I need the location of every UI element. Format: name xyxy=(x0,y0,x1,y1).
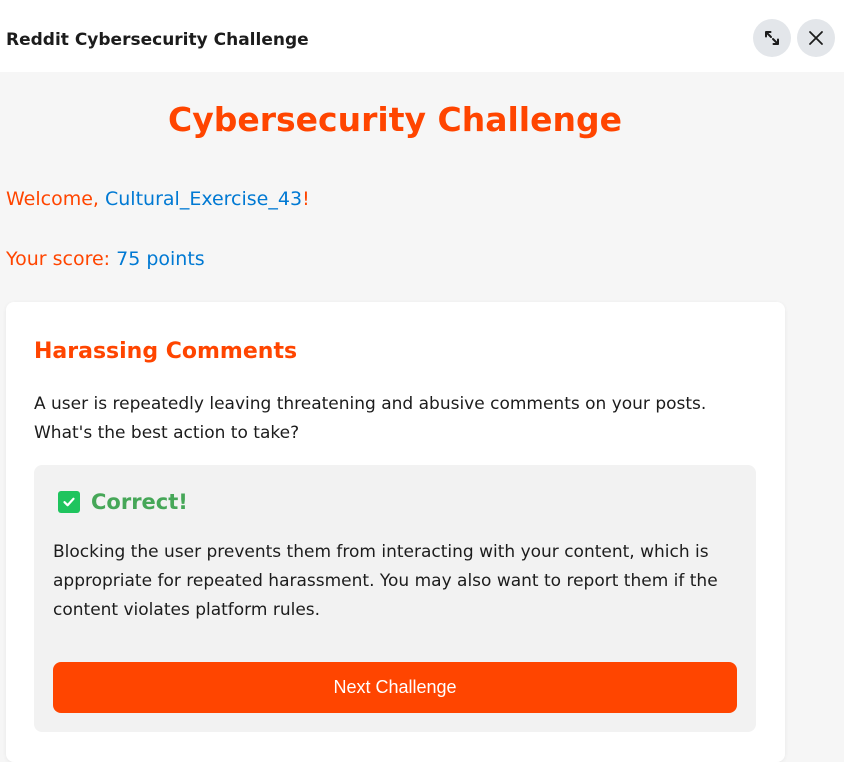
close-icon xyxy=(809,31,823,45)
feedback-explanation: Blocking the user prevents them from int… xyxy=(53,542,718,620)
challenge-question: A user is repeatedly leaving threatening… xyxy=(34,394,707,443)
score-prefix: Your score: xyxy=(6,248,117,270)
welcome-prefix: Welcome, xyxy=(6,188,105,210)
score-display: Your score: 75 points xyxy=(6,247,205,271)
feedback-status: Correct! xyxy=(91,490,188,514)
window-title: Reddit Cybersecurity Challenge xyxy=(6,30,309,50)
check-icon xyxy=(58,491,80,513)
close-button[interactable] xyxy=(797,19,835,57)
expand-icon xyxy=(765,31,779,45)
challenge-title: Harassing Comments xyxy=(34,339,298,364)
window-titlebar: Reddit Cybersecurity Challenge xyxy=(0,0,844,72)
page-title: Cybersecurity Challenge xyxy=(168,100,622,139)
challenge-card: Harassing Comments A user is repeatedly … xyxy=(6,302,785,762)
next-challenge-button[interactable]: Next Challenge xyxy=(53,662,737,713)
welcome-suffix: ! xyxy=(302,188,310,210)
expand-button[interactable] xyxy=(753,19,791,57)
score-value: 75 points xyxy=(116,248,205,270)
username: Cultural_Exercise_43 xyxy=(105,188,303,210)
feedback-panel: Correct! Blocking the user prevents them… xyxy=(34,465,756,732)
challenge-content: Cybersecurity Challenge Welcome, Cultura… xyxy=(0,72,844,762)
welcome-message: Welcome, Cultural_Exercise_43! xyxy=(6,187,310,211)
